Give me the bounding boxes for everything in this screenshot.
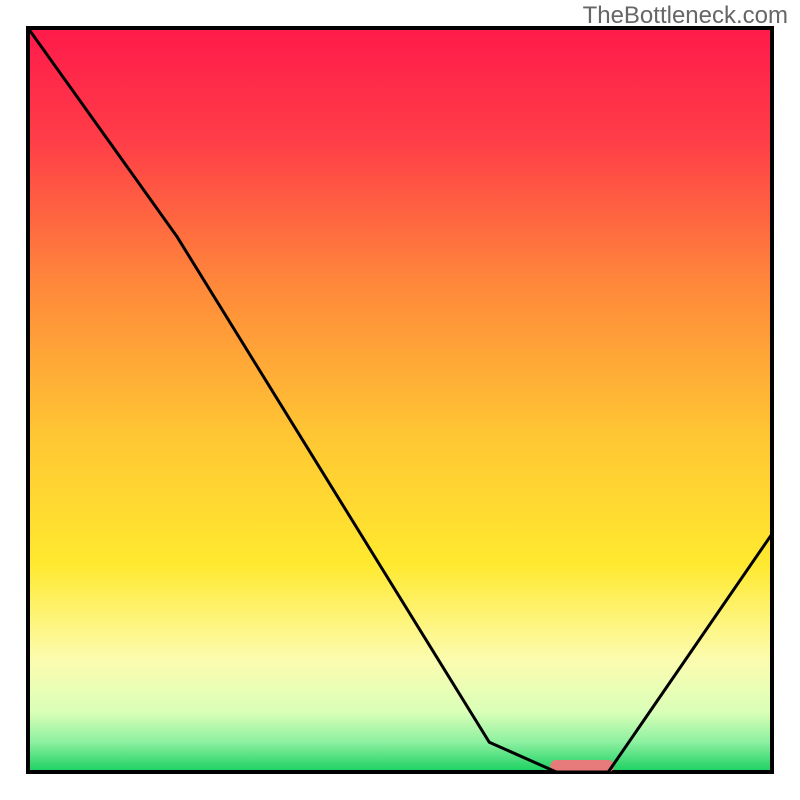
plot-background	[28, 28, 772, 772]
watermark-label: TheBottleneck.com	[583, 2, 788, 30]
chart-plot	[0, 0, 800, 800]
bottleneck-chart: TheBottleneck.com	[0, 0, 800, 800]
